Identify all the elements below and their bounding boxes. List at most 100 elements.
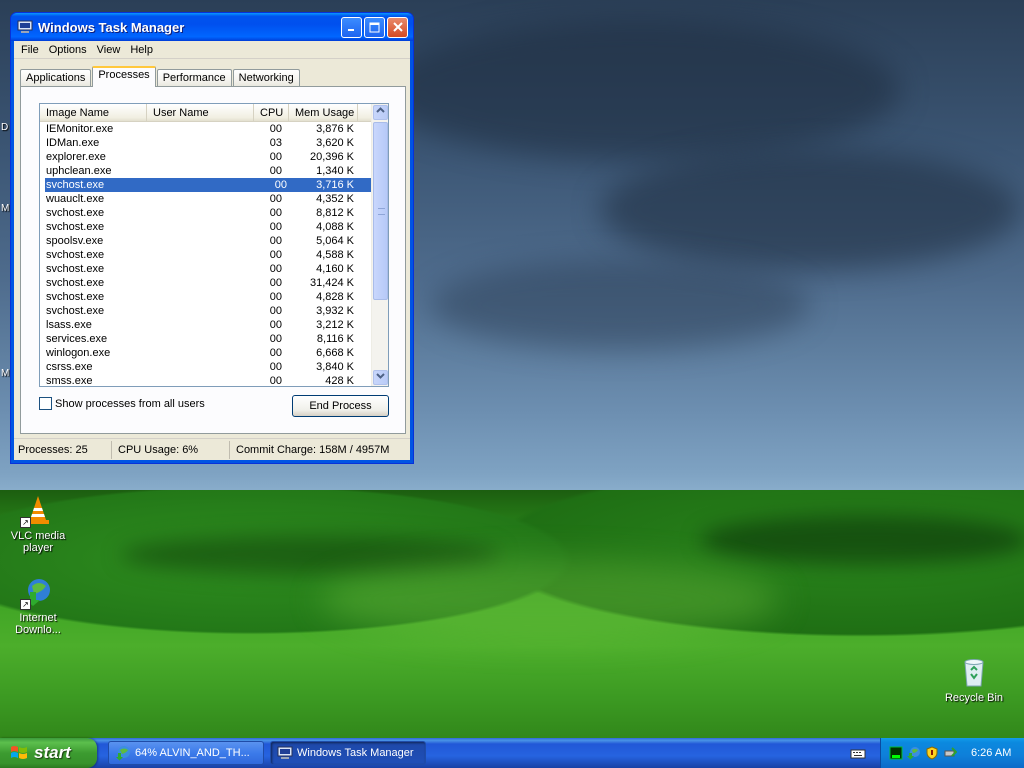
table-row[interactable]: svchost.exe 00 31,424 K bbox=[40, 276, 372, 290]
table-row[interactable]: winlogon.exe 00 6,668 K bbox=[40, 346, 372, 360]
wallpaper-hill-light bbox=[320, 560, 780, 640]
table-row[interactable]: svchost.exe 00 4,828 K bbox=[40, 290, 372, 304]
end-process-button[interactable]: End Process bbox=[292, 395, 389, 417]
cell-mem-usage: 4,828 K bbox=[316, 291, 354, 303]
column-header-image-name[interactable]: Image Name bbox=[40, 104, 147, 121]
cell-mem-usage: 5,064 K bbox=[316, 235, 354, 247]
cell-mem-usage: 31,424 K bbox=[309, 277, 354, 289]
scroll-up-button[interactable] bbox=[373, 105, 388, 120]
cell-mem-usage: 8,116 K bbox=[316, 333, 354, 345]
table-row-selected[interactable]: svchost.exe 00 3,716 K bbox=[45, 178, 372, 192]
show-all-users-label: Show processes from all users bbox=[55, 397, 205, 410]
column-header-mem-usage[interactable]: Mem Usage bbox=[289, 104, 358, 121]
window-body: File Options View Help Applications Proc… bbox=[14, 41, 410, 460]
cell-user-name bbox=[147, 220, 254, 234]
desktop-icon-internet-download-manager[interactable]: ↗ Internet Downlo... bbox=[0, 576, 76, 636]
minimize-button[interactable] bbox=[341, 16, 362, 38]
cell-image-name: smss.exe bbox=[46, 375, 93, 387]
cell-user-name bbox=[147, 346, 254, 360]
scroll-down-button[interactable] bbox=[373, 370, 388, 385]
table-row[interactable]: services.exe 00 8,116 K bbox=[40, 332, 372, 346]
cell-cpu: 00 bbox=[269, 361, 282, 373]
table-row[interactable]: smss.exe 00 428 K bbox=[40, 374, 372, 387]
cell-image-name: services.exe bbox=[46, 333, 108, 345]
cell-cpu: 00 bbox=[269, 375, 282, 387]
cell-image-name: spoolsv.exe bbox=[46, 235, 104, 247]
table-row[interactable]: lsass.exe 00 3,212 K bbox=[40, 318, 372, 332]
cell-cpu: 00 bbox=[269, 347, 282, 359]
maximize-icon bbox=[369, 22, 380, 32]
hidden-icon-label-edge[interactable]: D bbox=[1, 122, 8, 133]
cell-cpu: 00 bbox=[274, 179, 287, 191]
cell-cpu: 00 bbox=[269, 193, 282, 205]
taskbar-button-task-manager[interactable]: Windows Task Manager bbox=[270, 741, 426, 765]
menu-file[interactable]: File bbox=[16, 44, 44, 56]
cell-image-name: wuauclt.exe bbox=[46, 193, 105, 205]
cell-image-name: svchost.exe bbox=[46, 305, 105, 317]
cell-user-name bbox=[147, 374, 254, 386]
security-shield-icon[interactable] bbox=[925, 746, 939, 760]
keyboard-icon[interactable] bbox=[850, 745, 866, 761]
cell-image-name: explorer.exe bbox=[46, 151, 106, 163]
close-button[interactable] bbox=[387, 16, 408, 38]
safely-remove-hardware-icon[interactable] bbox=[943, 746, 957, 760]
start-label: start bbox=[34, 743, 71, 762]
task-manager-icon bbox=[17, 20, 33, 33]
menu-help[interactable]: Help bbox=[125, 44, 158, 56]
table-row[interactable]: wuauclt.exe 00 4,352 K bbox=[40, 192, 372, 206]
table-row[interactable]: explorer.exe 00 20,396 K bbox=[40, 150, 372, 164]
cell-mem-usage: 1,340 K bbox=[316, 165, 354, 177]
table-row[interactable]: svchost.exe 00 4,588 K bbox=[40, 248, 372, 262]
cell-cpu: 00 bbox=[269, 263, 282, 275]
table-row[interactable]: IEMonitor.exe 00 3,876 K bbox=[40, 122, 372, 136]
table-row[interactable]: IDMan.exe 03 3,620 K bbox=[40, 136, 372, 150]
table-row[interactable]: svchost.exe 00 8,812 K bbox=[40, 206, 372, 220]
tab-networking[interactable]: Networking bbox=[232, 69, 300, 87]
cell-image-name: svchost.exe bbox=[46, 277, 105, 289]
cell-cpu: 00 bbox=[269, 165, 282, 177]
system-tray: 6:26 AM bbox=[880, 738, 1024, 768]
table-row[interactable]: svchost.exe 00 4,088 K bbox=[40, 220, 372, 234]
scrollbar-thumb[interactable] bbox=[373, 122, 388, 300]
desktop-icon-recycle-bin[interactable]: Recycle Bin bbox=[936, 656, 1012, 704]
window-titlebar[interactable]: Windows Task Manager bbox=[11, 13, 413, 41]
show-all-users-option[interactable]: Show processes from all users bbox=[39, 397, 205, 410]
process-list[interactable]: Image Name User Name CPU Mem Usage IEMon… bbox=[39, 103, 389, 387]
desktop-icon-label: Downlo... bbox=[15, 624, 61, 636]
cell-cpu: 00 bbox=[269, 249, 282, 261]
process-rows: IEMonitor.exe 00 3,876 K IDMan.exe 03 3,620 … bbox=[40, 122, 372, 387]
show-all-users-checkbox[interactable] bbox=[39, 397, 52, 410]
table-row[interactable]: csrss.exe 00 3,840 K bbox=[40, 360, 372, 374]
table-row[interactable]: svchost.exe 00 3,932 K bbox=[40, 304, 372, 318]
hidden-icon-label-edge[interactable]: M bbox=[1, 203, 9, 214]
desktop-icon-vlc[interactable]: ↗ VLC media player bbox=[0, 494, 76, 554]
menu-view[interactable]: View bbox=[92, 44, 126, 56]
table-row[interactable]: uphclean.exe 00 1,340 K bbox=[40, 164, 372, 178]
cell-image-name: svchost.exe bbox=[46, 263, 105, 275]
cell-mem-usage: 6,668 K bbox=[316, 347, 354, 359]
tab-applications[interactable]: Applications bbox=[20, 69, 92, 87]
wallpaper-cloud bbox=[600, 150, 1020, 270]
start-button[interactable]: start bbox=[0, 738, 97, 768]
cell-cpu: 00 bbox=[269, 277, 282, 289]
download-globe-icon[interactable] bbox=[907, 746, 921, 760]
taskbar-button-download[interactable]: 64% ALVIN_AND_TH... bbox=[108, 741, 264, 765]
hidden-icon-label-edge[interactable]: M bbox=[1, 368, 9, 379]
cell-cpu: 03 bbox=[269, 137, 282, 149]
maximize-button[interactable] bbox=[364, 16, 385, 38]
clock[interactable]: 6:26 AM bbox=[971, 747, 1011, 759]
desktop-icon-label: VLC media bbox=[10, 530, 66, 542]
table-row[interactable]: spoolsv.exe 00 5,064 K bbox=[40, 234, 372, 248]
cell-user-name bbox=[147, 150, 254, 164]
cell-mem-usage: 3,212 K bbox=[316, 319, 354, 331]
vertical-scrollbar[interactable] bbox=[371, 104, 388, 386]
table-row[interactable]: svchost.exe 00 4,160 K bbox=[40, 262, 372, 276]
tab-processes[interactable]: Processes bbox=[92, 66, 156, 87]
task-manager-cpu-meter-icon[interactable] bbox=[889, 746, 903, 760]
tab-performance[interactable]: Performance bbox=[156, 69, 232, 87]
shortcut-arrow-icon: ↗ bbox=[20, 517, 31, 528]
column-header-cpu[interactable]: CPU bbox=[254, 104, 289, 121]
column-header-user-name[interactable]: User Name bbox=[147, 104, 254, 121]
cell-user-name bbox=[152, 178, 259, 192]
menu-options[interactable]: Options bbox=[44, 44, 92, 56]
